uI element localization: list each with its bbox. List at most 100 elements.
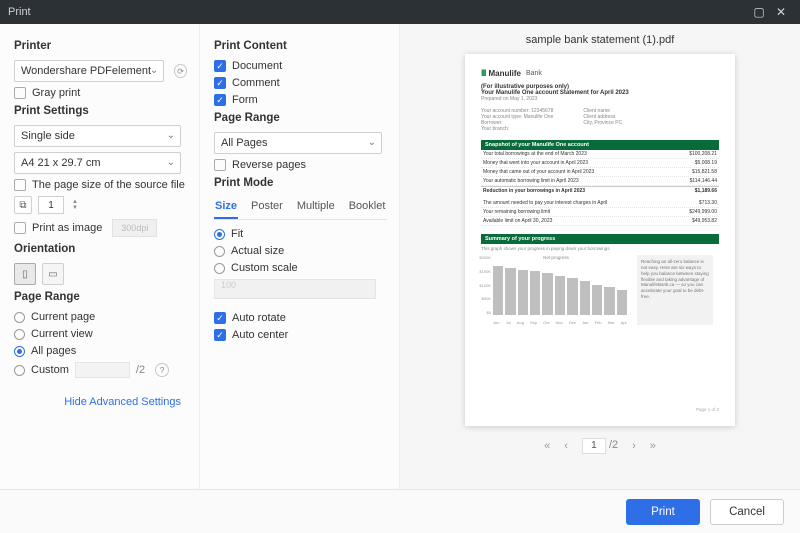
printer-refresh-icon[interactable]: ⟳ (174, 64, 187, 78)
help-icon[interactable]: ? (155, 363, 169, 377)
auto-center-checkbox[interactable]: ✓ (214, 329, 226, 341)
print-button[interactable]: Print (626, 499, 700, 525)
copies-icon: ⧉ (14, 196, 32, 214)
printer-select-value: Wondershare PDFelement (21, 65, 151, 77)
gray-print-label: Gray print (32, 87, 80, 99)
summary-header: Summary of your progress (481, 234, 719, 244)
advanced-settings-link[interactable]: Hide Advanced Settings (14, 396, 181, 408)
pager-total: /2 (609, 439, 618, 451)
current-view-label: Current view (31, 328, 93, 340)
copies-value: 1 (48, 200, 54, 211)
actual-label: Actual size (231, 245, 284, 257)
reduction-value: $1,189.66 (695, 188, 717, 194)
document-checkbox[interactable]: ✓ (214, 60, 226, 72)
manulife-logo-icon: III (481, 68, 486, 78)
comment-label: Comment (232, 77, 280, 89)
pager-current-input[interactable]: 1 (582, 438, 606, 454)
preview-page: III Manulife Bank (For illustrative purp… (465, 54, 735, 426)
pager-next-icon[interactable]: › (632, 440, 636, 452)
pager-first-icon[interactable]: « (544, 440, 550, 452)
sides-select-value: Single side (21, 130, 75, 142)
current-page-label: Current page (31, 311, 95, 323)
all-pages-label: All pages (31, 345, 76, 357)
snapshot-header: Snapshot of your Manulife One account (481, 140, 719, 150)
chart-title: Net progress (481, 255, 631, 260)
prepared-date: Prepared on May 1, 2023 (481, 96, 719, 102)
copies-stepper[interactable]: ▲▼ (72, 199, 78, 211)
data-row: Your total borrowings at the end of Marc… (481, 150, 719, 159)
custom-total: /2 (136, 364, 145, 376)
footer: Print Cancel (0, 489, 800, 533)
custom-scale-label: Custom scale (231, 262, 298, 274)
reverse-pages-label: Reverse pages (232, 159, 306, 171)
form-label: Form (232, 94, 258, 106)
tab-size[interactable]: Size (214, 197, 238, 219)
progress-chart: $200K$150K$100K$50K$0 JunJulAugSepOctNov… (481, 255, 631, 325)
print-content-heading: Print Content (214, 40, 387, 52)
form-checkbox[interactable]: ✓ (214, 94, 226, 106)
current-view-radio[interactable] (14, 329, 25, 340)
tab-poster[interactable]: Poster (250, 197, 284, 219)
data-row: The amount needed to pay your interest c… (481, 199, 719, 208)
paper-select-value: A4 21 x 29.7 cm (21, 157, 101, 169)
custom-pages-input[interactable] (75, 362, 130, 378)
paper-select[interactable]: A4 21 x 29.7 cm ⌄ (14, 152, 181, 174)
pager-prev-icon[interactable]: ‹ (564, 440, 568, 452)
data-row: Your automatic borrowing limit in April … (481, 177, 719, 186)
orientation-heading: Orientation (14, 243, 187, 255)
pager: « ‹ 1 /2 › » (544, 438, 656, 454)
auto-center-label: Auto center (232, 329, 288, 341)
dpi-input[interactable]: 300dpi (112, 219, 157, 237)
chevron-down-icon: ⌄ (167, 157, 175, 168)
chevron-down-icon: ⌄ (167, 130, 175, 141)
page-range-left-heading: Page Range (14, 291, 187, 303)
window-title: Print (8, 6, 31, 18)
orientation-landscape-button[interactable]: ▭ (42, 263, 64, 285)
custom-label: Custom (31, 364, 69, 376)
logo-brand: Manulife (489, 69, 521, 78)
print-settings-heading: Print Settings (14, 105, 187, 117)
fit-radio[interactable] (214, 229, 225, 240)
auto-rotate-checkbox[interactable]: ✓ (214, 312, 226, 324)
custom-scale-input[interactable]: 100 (214, 279, 376, 299)
auto-rotate-label: Auto rotate (232, 312, 286, 324)
tab-multiple[interactable]: Multiple (296, 197, 336, 219)
document-label: Document (232, 60, 282, 72)
print-mode-heading: Print Mode (214, 177, 387, 189)
pager-last-icon[interactable]: » (650, 440, 656, 452)
close-icon[interactable]: ✕ (770, 3, 792, 21)
printer-select[interactable]: Wondershare PDFelement ⌄ (14, 60, 164, 82)
fit-label: Fit (231, 228, 243, 240)
page-range-select[interactable]: All Pages ⌄ (214, 132, 382, 154)
custom-scale-radio[interactable] (214, 263, 225, 274)
gray-print-checkbox[interactable] (14, 87, 26, 99)
orientation-portrait-button[interactable]: ▯ (14, 263, 36, 285)
copies-input[interactable]: 1 (38, 196, 64, 214)
reduction-label: Reduction in your borrowings in April 20… (483, 188, 585, 194)
cancel-button[interactable]: Cancel (710, 499, 784, 525)
acct-line: Your branch: (481, 126, 553, 132)
custom-radio[interactable] (14, 365, 25, 376)
middle-panel: Print Content ✓ Document ✓ Comment ✓ Form P… (200, 24, 400, 489)
all-pages-radio[interactable] (14, 346, 25, 357)
sides-select[interactable]: Single side ⌄ (14, 125, 181, 147)
comment-checkbox[interactable]: ✓ (214, 77, 226, 89)
maximize-icon[interactable]: ▢ (748, 3, 770, 21)
chevron-down-icon: ⌄ (150, 65, 158, 76)
print-as-image-checkbox[interactable] (14, 222, 26, 234)
left-panel: Printer Wondershare PDFelement ⌄ ⟳ Gray … (0, 24, 200, 489)
page-number: Page 1 of 2 (481, 407, 719, 412)
printer-heading: Printer (14, 40, 187, 52)
titlebar: Print ▢ ✕ (0, 0, 800, 24)
actual-radio[interactable] (214, 246, 225, 257)
chevron-down-icon: ⌄ (368, 137, 376, 148)
source-size-checkbox[interactable] (14, 179, 26, 191)
account-info-right: Client name Client address City, Provinc… (583, 108, 622, 132)
chart-note: Reaching an all-zero balance is not easy… (637, 255, 713, 325)
tab-booklet[interactable]: Booklet (348, 197, 387, 219)
reverse-pages-checkbox[interactable] (214, 159, 226, 171)
current-page-radio[interactable] (14, 312, 25, 323)
data-row: Available limit on April 30, 2023$49,953… (481, 217, 719, 226)
preview-panel: sample bank statement (1).pdf III Manuli… (400, 24, 800, 489)
reduction-row: Reduction in your borrowings in April 20… (481, 186, 719, 195)
